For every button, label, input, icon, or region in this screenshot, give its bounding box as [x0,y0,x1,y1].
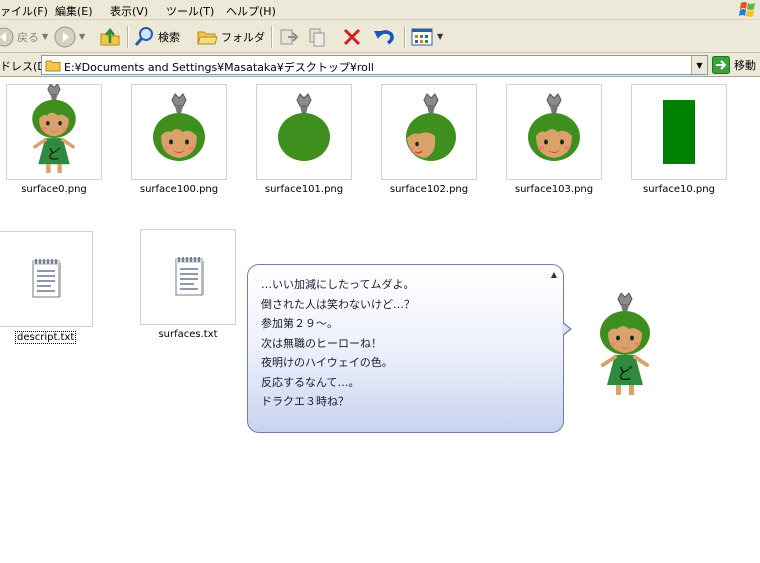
folders-button[interactable]: フォルダ [196,24,265,49]
toolbar-separator [404,26,405,48]
address-path: E:¥Documents and Settings¥Masataka¥デスクトッ… [64,61,374,74]
search-icon [134,26,153,46]
character-head-image [139,92,219,172]
forward-arrow-icon [54,26,76,47]
delete-button[interactable] [341,24,363,49]
undo-icon [374,29,394,44]
views-button[interactable]: ▼ [410,24,443,49]
speech-balloon[interactable]: ▲ …いい加減にしたってムダよ。 倒された人は笑わないけど…？ 参加第２９～。 … [247,264,564,433]
thumbnail-surface10[interactable] [631,84,727,180]
file-name[interactable]: surface103.png [494,184,614,195]
balloon-line: …いい加減にしたってムダよ。 [261,278,415,291]
balloon-text: …いい加減にしたってムダよ。 倒された人は笑わないけど…？ 参加第２９～。 次は… [261,275,415,412]
menu-help[interactable]: ヘルプ(H) [226,3,276,19]
desktop-character[interactable] [585,283,665,413]
windows-logo-icon [739,2,755,17]
balloon-line: 夜明けのハイウェイの色。 [261,356,393,369]
address-input[interactable]: E:¥Documents and Settings¥Masataka¥デスクトッ… [41,55,708,75]
back-dropdown-icon[interactable]: ▼ [42,32,48,41]
copy-to-icon [309,28,325,46]
file-name[interactable]: surfaces.txt [128,329,248,340]
character-head-side-image [389,92,469,172]
thumbnail-descript[interactable] [0,231,93,327]
file-name[interactable]: surface102.png [369,184,489,195]
copy-to-button[interactable] [307,24,329,49]
back-button[interactable]: 戻る ▼ [0,24,48,49]
move-to-button[interactable] [278,24,300,49]
menu-tools[interactable]: ツール(T) [166,3,214,19]
balloon-tail [562,322,572,336]
move-to-icon [280,29,299,44]
file-name[interactable]: surface10.png [619,184,739,195]
thumbnail-surface103[interactable] [506,84,602,180]
up-folder-icon [100,27,120,45]
address-bar: ドレス(D) E:¥Documents and Settings¥Masatak… [0,53,760,77]
chevron-down-icon: ▼ [696,60,703,70]
undo-button[interactable] [372,24,396,49]
balloon-line: ドラクエ３時ね？ [261,395,349,408]
toolbar: 戻る ▼ ▼ 検索 フォルダ ▼ [0,20,760,53]
search-button[interactable]: 検索 [133,24,180,49]
file-name[interactable]: surface101.png [244,184,364,195]
menu-bar: ァイル(F) 編集(E) 表示(V) ツール(T) ヘルプ(H) [0,0,760,20]
toolbar-separator [271,26,272,48]
menu-view[interactable]: 表示(V) [110,3,148,19]
file-name-selected[interactable]: descript.txt [15,331,77,344]
address-dropdown-button[interactable]: ▼ [691,56,707,74]
menu-edit[interactable]: 編集(E) [55,3,93,19]
forward-dropdown-icon[interactable]: ▼ [79,32,85,41]
file-name[interactable]: surface0.png [0,184,114,195]
thumbnail-surface100[interactable] [131,84,227,180]
views-dropdown-icon[interactable]: ▼ [437,32,443,41]
text-document-icon [168,253,208,301]
go-button[interactable]: 移動 [712,56,756,74]
character-full-image [18,84,90,180]
thumbnail-surface0[interactable] [6,84,102,180]
delete-x-icon [343,28,361,45]
green-rectangle-image [663,100,695,164]
thumbnail-surfaces[interactable] [140,229,236,325]
scroll-up-icon[interactable]: ▲ [551,270,557,279]
folder-icon [197,31,218,44]
menu-file[interactable]: ァイル(F) [0,3,48,19]
text-document-icon [25,255,65,303]
views-icon [411,28,433,45]
balloon-line: 反応するなんて…。 [261,375,360,389]
balloon-line: 参加第２９～。 [261,317,338,330]
toolbar-separator [127,26,128,48]
folder-icon [45,60,61,72]
thumbnail-surface102[interactable] [381,84,477,180]
character-head-back-image [264,92,344,172]
up-folder-button[interactable] [99,24,121,49]
back-arrow-icon [0,27,14,46]
go-arrow-icon [712,56,730,74]
balloon-line: 倒された人は笑わないけど…？ [261,297,415,311]
character-head-image [514,92,594,172]
thumbnail-surface101[interactable] [256,84,352,180]
balloon-line: 次は無職のヒーローね！ [261,336,382,350]
forward-button[interactable]: ▼ [54,24,85,49]
file-name[interactable]: surface100.png [119,184,239,195]
